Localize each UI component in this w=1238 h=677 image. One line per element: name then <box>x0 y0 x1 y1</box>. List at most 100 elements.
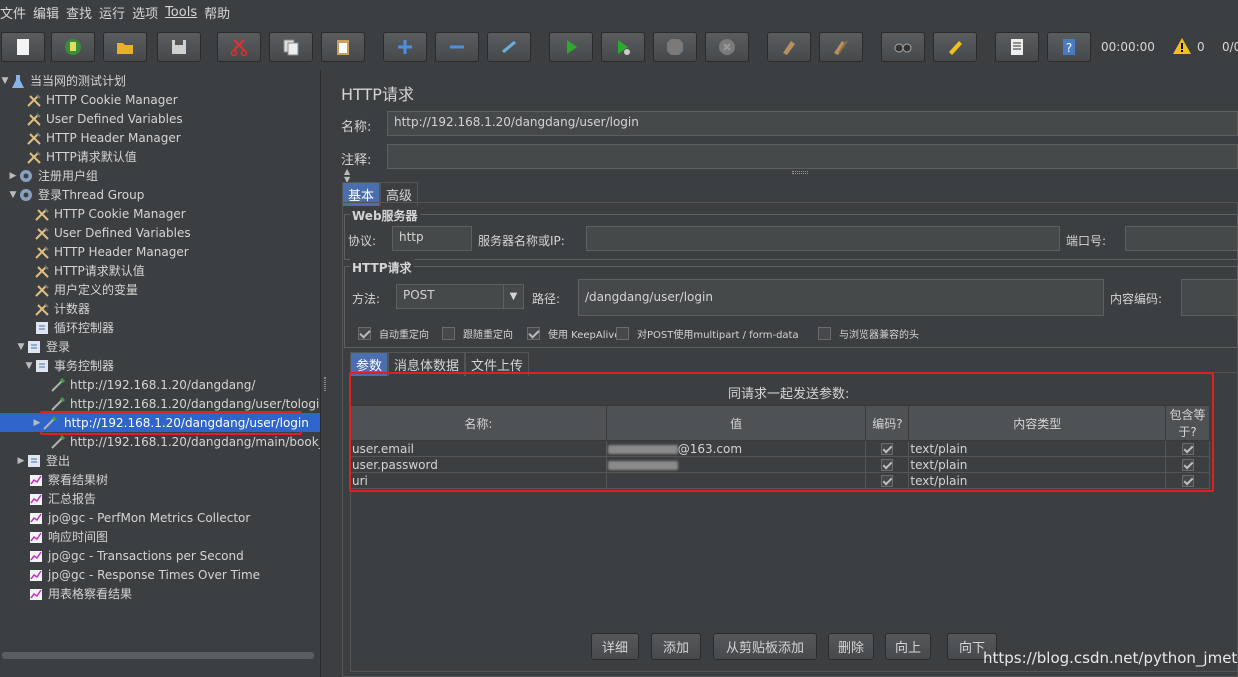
server-name-field[interactable] <box>586 226 1060 251</box>
search-button[interactable] <box>881 32 925 62</box>
function-helper-button[interactable] <box>995 32 1039 62</box>
tree-node[interactable]: HTTP Header Manager <box>24 242 189 261</box>
copy-button[interactable] <box>269 32 313 62</box>
tree-node[interactable]: 响应时间图 <box>18 527 108 546</box>
web-server-group-title: Web服务器 <box>350 207 420 224</box>
content-encoding-field[interactable] <box>1181 279 1238 316</box>
detail-button[interactable]: 详细 <box>591 633 639 660</box>
option-checkbox[interactable]: 使用 KeepAlive <box>527 326 620 341</box>
stop-button[interactable] <box>653 32 697 62</box>
chevron-down-icon[interactable]: ▼ <box>503 285 523 308</box>
expand-toggle-icon[interactable]: ▼ <box>8 190 18 200</box>
move-up-button[interactable]: 向上 <box>885 633 931 660</box>
collapse-toggle-icon[interactable]: ▶ <box>8 171 18 181</box>
tree-node[interactable]: ▶ 注册用户组 <box>8 166 98 185</box>
server-name-label: 服务器名称或IP: <box>478 234 565 248</box>
help-button[interactable]: ? <box>1047 32 1091 62</box>
clear-button[interactable] <box>767 32 811 62</box>
add-button[interactable]: 添加 <box>651 633 701 660</box>
tree-node[interactable]: 计数器 <box>24 299 90 318</box>
help-icon: ? <box>1063 39 1075 55</box>
tree-node[interactable]: http://192.168.1.20/dangdang/ <box>40 375 255 394</box>
collapse-icon <box>450 45 464 49</box>
name-field[interactable]: http://192.168.1.20/dangdang/user/login <box>387 111 1238 136</box>
templates-button[interactable] <box>51 32 95 62</box>
tree-node[interactable]: 察看结果树 <box>18 470 108 489</box>
option-checkbox[interactable]: 跟随重定向 <box>442 326 513 341</box>
tree-node[interactable]: ▼ 当当网的测试计划 <box>0 71 126 90</box>
http-request-group-title: HTTP请求 <box>350 259 414 276</box>
option-checkbox[interactable]: 与浏览器兼容的头 <box>818 326 919 341</box>
expand-button[interactable] <box>383 32 427 62</box>
clear-all-button[interactable] <box>819 32 863 62</box>
tree-node[interactable]: User Defined Variables <box>16 109 183 128</box>
tree-node[interactable]: HTTP请求默认值 <box>16 147 137 166</box>
tree-node[interactable]: 用表格察看结果 <box>18 584 132 603</box>
test-plan-tree[interactable]: ▼ 当当网的测试计划 HTTP Cookie Manager User Defined… <box>0 70 320 677</box>
paste-button[interactable] <box>321 32 365 62</box>
sampler-icon <box>51 396 66 411</box>
split-pane-divider[interactable] <box>320 70 332 677</box>
toggle-button[interactable] <box>487 32 531 62</box>
config-icon <box>27 150 41 164</box>
menu-item[interactable]: 查找 <box>66 3 99 22</box>
checkbox-icon[interactable] <box>358 327 371 340</box>
protocol-field[interactable]: http <box>392 226 472 251</box>
tree-node[interactable]: ▼ 事务控制器 <box>24 356 114 375</box>
reset-search-button[interactable] <box>933 32 977 62</box>
menu-item[interactable]: 文件 <box>0 3 33 22</box>
expand-toggle-icon[interactable]: ▼ <box>24 361 34 371</box>
menu-item[interactable]: 选项 <box>132 3 165 22</box>
tree-node[interactable]: ▼ 登录Thread Group <box>8 185 145 204</box>
save-button[interactable] <box>157 32 201 62</box>
add-from-clipboard-button[interactable]: 从剪贴板添加 <box>713 633 817 660</box>
option-checkbox[interactable]: 对POST使用multipart / form-data <box>616 326 799 341</box>
tree-horizontal-scrollbar[interactable] <box>0 648 320 662</box>
collapse-toggle-icon[interactable]: ▶ <box>32 418 42 428</box>
tree-node[interactable]: HTTP Cookie Manager <box>16 90 178 109</box>
path-field[interactable]: /dangdang/user/login <box>578 279 1104 316</box>
expand-toggle-icon[interactable]: ▼ <box>0 76 10 86</box>
tree-node[interactable]: User Defined Variables <box>24 223 191 242</box>
tree-node[interactable]: HTTP请求默认值 <box>24 261 145 280</box>
tree-node[interactable]: 汇总报告 <box>18 489 96 508</box>
cut-button[interactable] <box>217 32 261 62</box>
open-button[interactable] <box>103 32 147 62</box>
tree-node[interactable]: ▼ 登录 <box>16 337 70 356</box>
shutdown-button[interactable] <box>705 32 749 62</box>
option-checkbox[interactable]: 自动重定向 <box>358 326 429 341</box>
comment-field[interactable] <box>387 144 1238 169</box>
tree-node[interactable]: jp@gc - Transactions per Second <box>18 546 244 565</box>
tree-node[interactable]: 用户定义的变量 <box>24 280 138 299</box>
menu-item[interactable]: 帮助 <box>204 3 237 22</box>
start-icon <box>567 40 577 54</box>
checkbox-icon[interactable] <box>442 327 455 340</box>
start-button[interactable] <box>549 32 593 62</box>
collapse-toggle-icon[interactable]: ▶ <box>16 456 26 466</box>
method-select[interactable]: POST ▼ <box>396 284 524 309</box>
port-field[interactable] <box>1125 226 1238 251</box>
scrollbar-thumb[interactable] <box>2 652 314 659</box>
tree-node[interactable]: ▶ 登出 <box>16 451 70 470</box>
controller-icon <box>28 454 40 467</box>
delete-button[interactable]: 删除 <box>828 633 874 660</box>
tree-node[interactable]: jp@gc - Response Times Over Time <box>18 565 260 584</box>
panel-title: HTTP请求 <box>341 85 414 104</box>
checkbox-icon[interactable] <box>616 327 629 340</box>
collapse-button[interactable] <box>435 32 479 62</box>
checkbox-icon[interactable] <box>818 327 831 340</box>
expand-toggle-icon[interactable]: ▼ <box>16 342 26 352</box>
tree-node[interactable]: jp@gc - PerfMon Metrics Collector <box>18 508 250 527</box>
checkbox-icon[interactable] <box>527 327 540 340</box>
new-button[interactable] <box>1 32 45 62</box>
tree-node[interactable]: ▶ http://192.168.1.20/dangdang/user/login <box>0 413 320 432</box>
tree-node[interactable]: 循环控制器 <box>24 318 114 337</box>
menu-item[interactable]: Tools <box>165 5 204 20</box>
menu-item[interactable]: 编辑 <box>33 3 66 22</box>
menu-item[interactable]: 运行 <box>99 3 132 22</box>
listener-icon <box>30 512 42 524</box>
tree-node[interactable]: HTTP Header Manager <box>16 128 181 147</box>
start-no-pause-button[interactable] <box>601 32 645 62</box>
tree-node[interactable]: HTTP Cookie Manager <box>24 204 186 223</box>
resize-grip-icon[interactable] <box>792 171 808 174</box>
